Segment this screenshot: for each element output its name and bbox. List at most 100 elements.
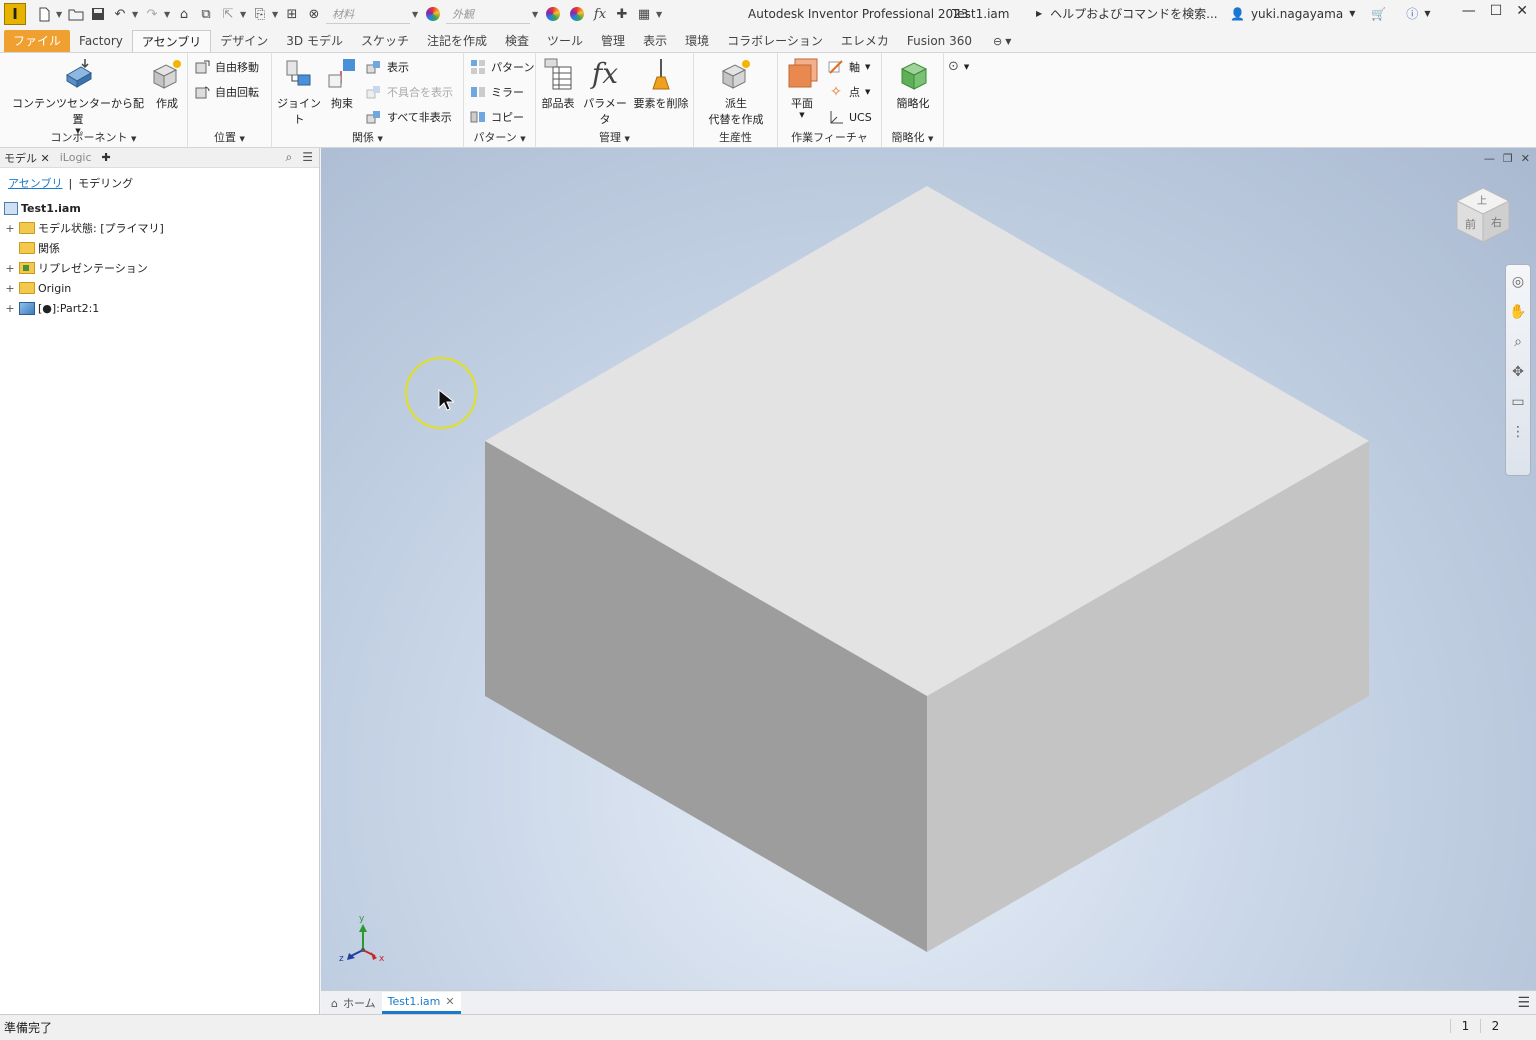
tab-view[interactable]: 表示 — [634, 30, 676, 52]
minimize-icon[interactable]: — — [1462, 3, 1476, 19]
help-search[interactable]: ▶ ヘルプおよびコマンドを検索... — [1036, 5, 1218, 22]
axis-button[interactable]: 軸 ▼ — [828, 59, 870, 75]
tree-item-root[interactable]: Test1.iam — [4, 198, 319, 218]
tree-item-origin[interactable]: + Origin — [4, 278, 319, 298]
expand-icon[interactable]: + — [4, 282, 16, 295]
hide-all-button[interactable]: すべて非表示 — [366, 109, 452, 125]
derive-button[interactable]: 派生 代替を作成 — [700, 57, 772, 127]
constrain-button[interactable]: 拘束 — [324, 57, 360, 111]
plane-button[interactable]: 平面 ▼ — [782, 57, 822, 119]
create-component-button[interactable]: 作成 — [148, 57, 186, 111]
mode-assembly-link[interactable]: アセンブリ — [8, 175, 62, 191]
panel-manage-title[interactable]: 管理 ▼ — [536, 129, 693, 145]
tab-annotate[interactable]: 注記を作成 — [418, 30, 496, 52]
help-icon[interactable]: ⓘ — [1406, 5, 1418, 22]
undo-icon[interactable]: ↶ — [110, 4, 130, 24]
ucs-button[interactable]: UCS — [828, 109, 872, 125]
tree-item-representations[interactable]: + リプレゼンテーション — [4, 258, 319, 278]
search-icon[interactable]: ⌕ — [286, 150, 293, 165]
tree-item-model-state[interactable]: + モデル状態: [プライマリ] — [4, 218, 319, 238]
copy-button[interactable]: コピー — [470, 109, 524, 125]
tree-item-relationships[interactable]: 関係 — [4, 238, 319, 258]
delete-element-button[interactable]: 要素を削除 — [630, 57, 692, 111]
cart-icon[interactable]: 🛒 — [1371, 7, 1386, 21]
maximize-icon[interactable]: ☐ — [1490, 3, 1503, 19]
joint-button[interactable]: ジョイント — [274, 57, 324, 127]
chevron-down-icon[interactable]: ▼ — [412, 10, 420, 19]
expand-icon[interactable]: + — [4, 302, 16, 315]
show-sick-button[interactable]: 不具合を表示 — [366, 84, 453, 100]
panel-work-features-title[interactable]: 作業フィーチャ — [778, 129, 881, 145]
mirror-button[interactable]: ミラー — [470, 84, 524, 100]
tab-ilogic[interactable]: iLogic — [60, 151, 92, 164]
place-content-center-button[interactable]: コンテンツセンターから配置 ▼ — [12, 57, 144, 135]
orbit-icon[interactable]: ✥ — [1507, 361, 1529, 383]
viewcube-top-label[interactable]: 上 — [1477, 192, 1487, 207]
user-account[interactable]: 👤 yuki.nagayama ▼ 🛒 ⓘ ▼ — [1230, 5, 1430, 22]
tab-fusion-360[interactable]: Fusion 360 — [898, 30, 981, 52]
save-icon[interactable] — [88, 4, 108, 24]
mode-modeling-link[interactable]: モデリング — [78, 175, 133, 191]
tab-model[interactable]: モデル ✕ — [4, 150, 50, 166]
chevron-down-icon[interactable]: ▼ — [1349, 9, 1355, 18]
menu-icon[interactable]: ☰ — [302, 150, 313, 165]
close-icon[interactable]: ✕ — [1516, 3, 1528, 19]
model-canvas[interactable] — [321, 148, 1536, 990]
fx-icon[interactable]: fx — [590, 4, 610, 24]
local-update-icon[interactable]: ⧉ — [196, 4, 216, 24]
tab-3d-model[interactable]: 3D モデル — [277, 30, 352, 52]
close-icon[interactable]: ✕ — [445, 995, 454, 1008]
material-select[interactable]: 材料 — [326, 4, 410, 24]
tab-design[interactable]: デザイン — [211, 30, 277, 52]
view-cube[interactable]: 上 前 右 — [1451, 184, 1515, 248]
ilogic-icon[interactable]: ▦ — [634, 4, 654, 24]
clear-override-icon[interactable]: ⊗ — [304, 4, 324, 24]
clear-appearance-icon[interactable] — [570, 7, 584, 21]
look-at-icon[interactable]: ▭ — [1507, 391, 1529, 413]
tree-item-part[interactable]: + [●]:Part2:1 — [4, 298, 319, 318]
steering-wheel-icon[interactable]: ◎ — [1507, 271, 1529, 293]
customize-icon[interactable]: ⋮ — [1507, 421, 1529, 443]
tab-environments[interactable]: 環境 — [676, 30, 718, 52]
tab-assembly[interactable]: アセンブリ — [131, 30, 212, 52]
viewcube-right-label[interactable]: 右 — [1491, 214, 1502, 230]
simplify-button[interactable]: 簡略化 — [888, 57, 938, 111]
panel-productivity-title[interactable]: 生産性 — [694, 129, 777, 145]
tab-tools[interactable]: ツール — [538, 30, 592, 52]
update-icon[interactable]: ⎘ — [250, 4, 270, 24]
chevron-down-icon[interactable]: ▼ — [240, 10, 248, 19]
pan-icon[interactable]: ✋ — [1507, 301, 1529, 323]
home-icon[interactable]: ⌂ — [174, 4, 194, 24]
show-button[interactable]: 表示 — [366, 59, 409, 75]
redo-icon[interactable]: ↷ — [142, 4, 162, 24]
tab-document[interactable]: Test1.iam ✕ — [381, 992, 461, 1014]
chevron-down-icon[interactable]: ▼ — [656, 10, 664, 19]
chevron-down-icon[interactable]: ▼ — [132, 10, 140, 19]
open-folder-icon[interactable] — [66, 4, 86, 24]
plus-icon[interactable]: ✚ — [612, 4, 632, 24]
panel-position-title[interactable]: 位置 ▼ — [188, 129, 271, 145]
help-search-text[interactable]: ヘルプおよびコマンドを検索... — [1050, 5, 1217, 22]
parameters-button[interactable]: fx パラメータ — [580, 57, 630, 127]
free-move-button[interactable]: 自由移動 — [194, 59, 259, 75]
expand-icon[interactable]: + — [4, 222, 16, 235]
chevron-down-icon[interactable]: ▼ — [1424, 9, 1430, 18]
panel-pattern-title[interactable]: パターン ▼ — [464, 129, 535, 145]
ribbon-display-toggle[interactable]: ⊖ ▼ — [993, 30, 1011, 52]
app-logo[interactable]: I — [4, 3, 26, 25]
close-icon[interactable]: ✕ — [41, 152, 50, 165]
chevron-down-icon[interactable]: ▼ — [56, 10, 64, 19]
user-name[interactable]: yuki.nagayama — [1251, 7, 1343, 21]
select-icon[interactable]: ⇱ — [218, 4, 238, 24]
ribbon-options-button[interactable]: ⊙ ▼ — [948, 59, 969, 74]
expand-icon[interactable]: + — [4, 262, 16, 275]
tab-home[interactable]: ⌂ ホーム — [325, 992, 382, 1014]
panel-component-title[interactable]: コンポーネント ▼ — [0, 129, 187, 145]
tab-inspect[interactable]: 検査 — [496, 30, 538, 52]
pattern-button[interactable]: パターン — [470, 59, 534, 75]
tab-file[interactable]: ファイル — [4, 30, 71, 52]
adjust-appearance-icon[interactable] — [546, 7, 560, 21]
panel-simplify-title[interactable]: 簡略化 ▼ — [882, 129, 943, 145]
tab-elemeca[interactable]: エレメカ — [832, 30, 898, 52]
menu-icon[interactable]: ☰ — [1517, 995, 1530, 1011]
